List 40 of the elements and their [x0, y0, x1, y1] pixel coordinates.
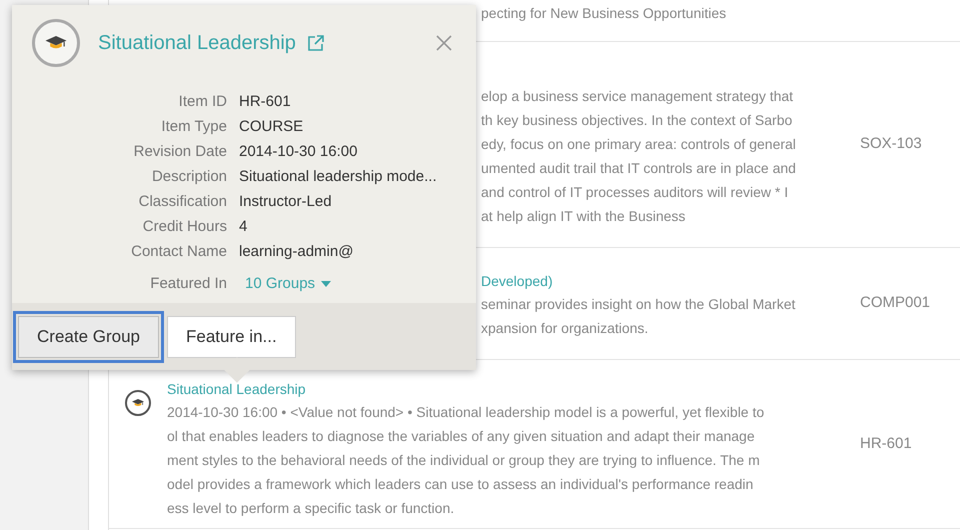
field-label: Revision Date	[132, 142, 227, 162]
result-description-line: xpansion for organizations.	[481, 319, 650, 338]
field-value: HR-601	[239, 92, 292, 112]
field-value: COURSE	[239, 117, 304, 137]
result-description-line: ment styles to the behavioral needs of the individual or group they are trying to influence. The m	[167, 451, 761, 470]
external-link-icon[interactable]	[306, 33, 326, 53]
result-description-line: seminar provides insight on how the Global Market	[481, 295, 796, 314]
field-label: Featured In	[149, 274, 227, 294]
popover-title-link[interactable]: Situational Leadership	[98, 28, 296, 58]
result-description-line: and control of IT processes auditors will review * I	[481, 183, 790, 202]
result-title-link[interactable]: Situational Leadership	[167, 378, 764, 400]
caret-icon	[321, 280, 332, 286]
feature-in-button[interactable]: Feature in...	[167, 316, 296, 358]
field-label: Credit Hours	[142, 217, 227, 237]
result-description-line: odel provides a framework which leaders can use to assess an individual's performance readin	[167, 475, 754, 494]
field-label: Description	[150, 167, 227, 187]
result-description-line: edy, focus on one primary area: controls of general	[481, 135, 796, 154]
field-value: 2014-10-30 16:00	[239, 142, 358, 162]
field-label: Item Type	[160, 117, 227, 137]
result-description-line: ess level to perform a specific task or function.	[167, 499, 456, 518]
result-description-line: ol that enables leaders to diagnose the variables of any given situation and adapt their manage	[167, 427, 756, 446]
result-description-line: elop a business service management strategy that	[481, 87, 794, 106]
field-value: Situational leadership mode...	[239, 167, 438, 187]
field-value: 4	[239, 217, 248, 237]
field-value: Instructor-Led	[239, 192, 333, 212]
result-description-line: at help align IT with the Business	[481, 207, 686, 226]
result-description-line: 2014-10-30 16:00 • <Value not found> • Situational leadership model is a powerful, yet flexible to	[167, 403, 764, 422]
item-code: HR-601	[860, 434, 912, 454]
result-description-line: th key business objectives. In the context of Sarbo	[481, 111, 794, 130]
item-code: SOX-103	[860, 134, 922, 154]
result-description-line: umented audit trail that IT controls are in place and	[481, 159, 796, 178]
field-label: Item ID	[178, 92, 227, 112]
result-description-line: pecting for New Business Opportunities	[481, 4, 726, 23]
field-value: learning-admin@	[239, 242, 354, 262]
result-title-link[interactable]: Developed)	[481, 270, 796, 292]
groups-dropdown[interactable]: 10 Groups	[245, 271, 332, 296]
close-icon[interactable]	[436, 35, 452, 51]
field-label: Contact Name	[130, 242, 227, 262]
field-label: Classification	[138, 192, 227, 212]
item-code: COMP001	[860, 293, 930, 314]
